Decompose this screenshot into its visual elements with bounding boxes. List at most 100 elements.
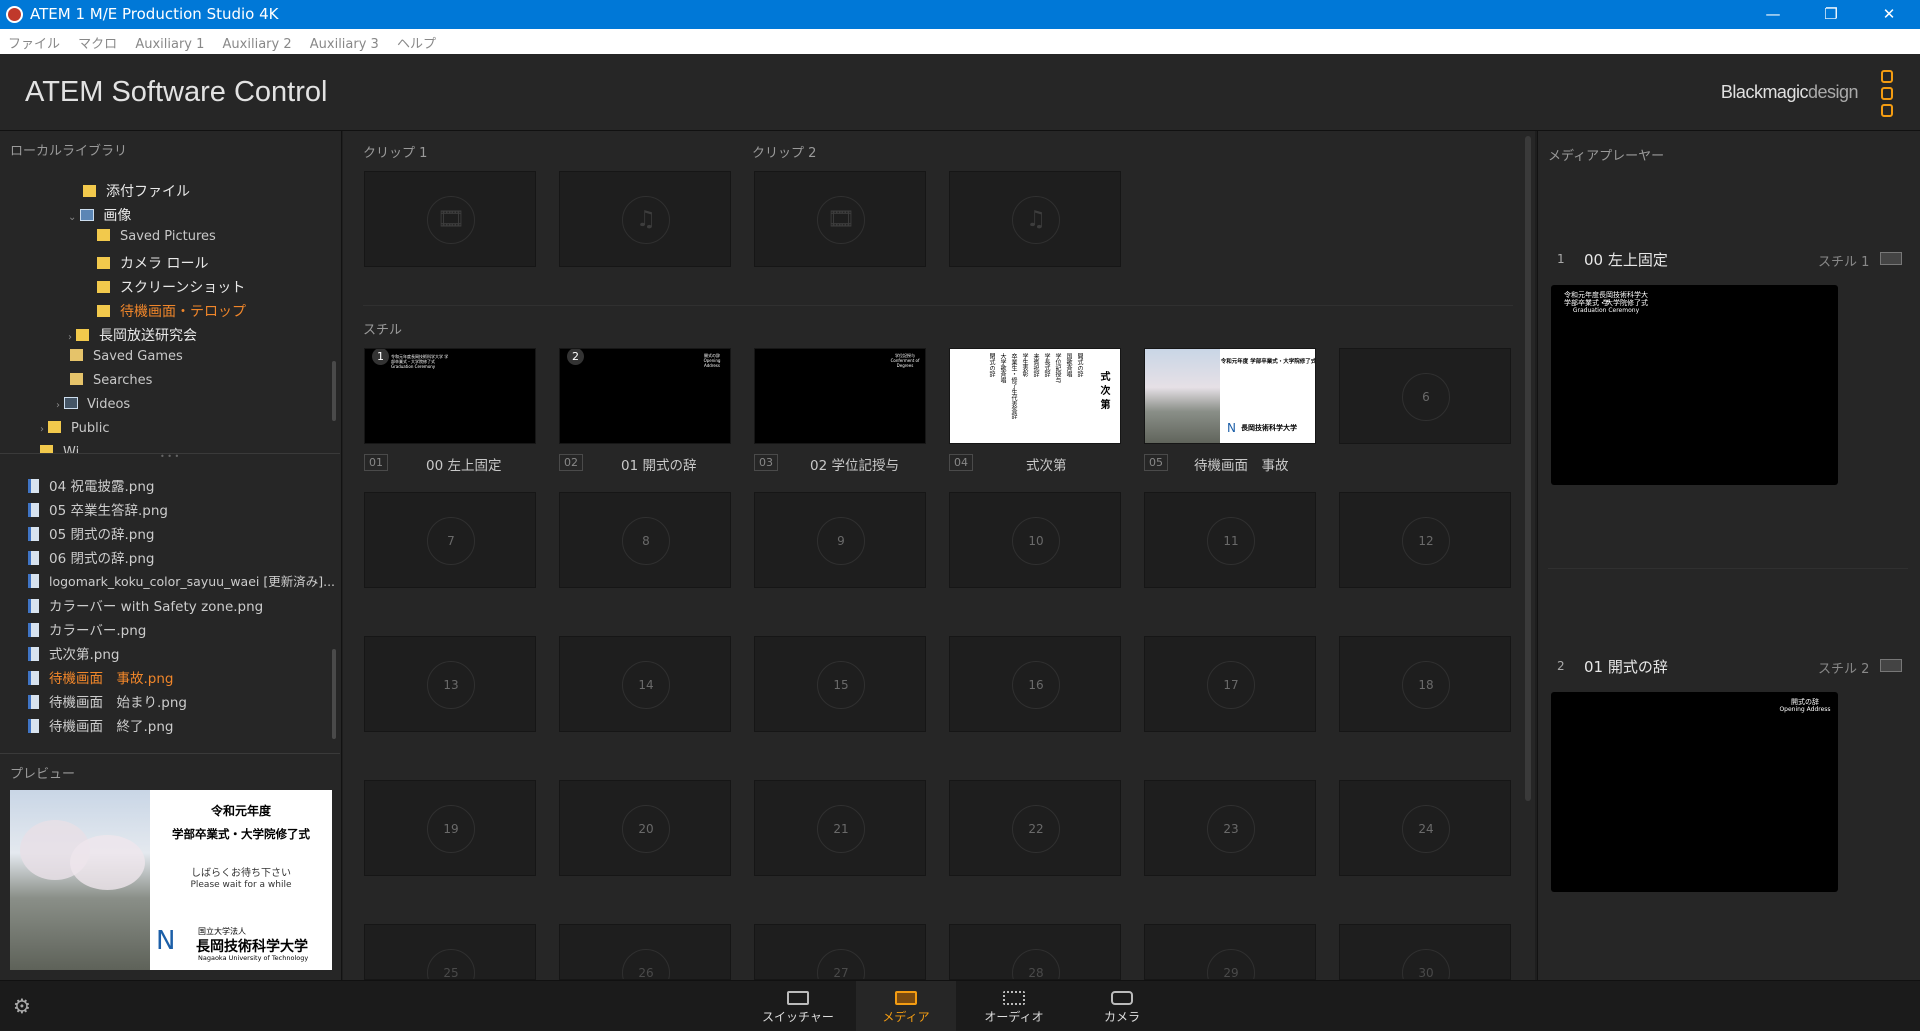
still-slot-25[interactable]: 25 [364, 924, 536, 980]
tree-item[interactable]: Wi... [40, 445, 92, 453]
file-item[interactable]: カラーバー.png [28, 619, 146, 641]
tree-item[interactable]: Saved Pictures [97, 229, 216, 251]
clip1-audio-slot[interactable]: ♫ [559, 171, 731, 267]
tab-media[interactable]: メディア [856, 981, 956, 1031]
file-item[interactable]: 05 閉式の辞.png [28, 523, 154, 545]
still-slot-6[interactable]: 6 [1339, 348, 1511, 444]
player2-still-select[interactable]: スチル 2 [1818, 658, 1869, 677]
slot-number: 15 [817, 661, 865, 709]
folder-icon [97, 305, 110, 317]
still-slot-27[interactable]: 27 [754, 924, 926, 980]
still-slot-7[interactable]: 7 [364, 492, 536, 588]
collapse-arrow-icon[interactable]: › [68, 332, 72, 343]
still-slot-15[interactable]: 15 [754, 636, 926, 732]
tab-audio[interactable]: オーディオ [964, 981, 1064, 1031]
menu-aux2[interactable]: Auxiliary 2 [215, 33, 292, 52]
file-item[interactable]: logomark_koku_color_sayuu_waei [更新済み]... [28, 571, 335, 593]
still-slot-21[interactable]: 21 [754, 780, 926, 876]
player1-text2: 学部卒業式・大学院修了式 [1564, 299, 1648, 307]
menu-aux3[interactable]: Auxiliary 3 [302, 33, 379, 52]
file-item[interactable]: カラーバー with Safety zone.png [28, 595, 263, 617]
preview-univ-en: Nagaoka University of Technology [198, 954, 309, 962]
minimize-button[interactable]: — [1744, 0, 1802, 29]
slot-number: 23 [1207, 805, 1255, 853]
still-slot-22[interactable]: 22 [949, 780, 1121, 876]
tree-item[interactable]: ⌄ 画像 [68, 205, 131, 227]
player1-output: 令和元年度長岡技術科学大学 学部卒業式・大学院修了式 Graduation Ce… [1551, 285, 1838, 485]
file-item[interactable]: 04 祝電披露.png [28, 475, 154, 497]
menu-help[interactable]: ヘルプ [389, 29, 436, 52]
file-item-selected[interactable]: 待機画面 事故.png [28, 667, 174, 689]
still-slot-14[interactable]: 14 [559, 636, 731, 732]
image-file-icon [28, 647, 39, 661]
tab-camera[interactable]: カメラ [1072, 981, 1172, 1031]
still-slot-10[interactable]: 10 [949, 492, 1121, 588]
tree-item[interactable]: › Public [40, 421, 109, 443]
splitter-handle[interactable]: • • • [160, 452, 179, 461]
still-slot-1[interactable]: 1 令和元年度長岡技術科学大学 学部卒業式・大学院修了式 Graduation … [364, 348, 536, 444]
program-vertical-list: 開式の辞 国歌斉唱 学位記授与 学長式辞 来賓祝辞 学生表彰 卒業生・修了生代表… [988, 353, 1083, 419]
file-item[interactable]: 待機画面 始まり.png [28, 691, 187, 713]
clip1-video-slot[interactable]: 🎞 [364, 171, 536, 267]
still-slot-20[interactable]: 20 [559, 780, 731, 876]
still-slot-17[interactable]: 17 [1144, 636, 1316, 732]
preview-image: 令和元年度 学部卒業式・大学院修了式 しばらくお待ち下さい Please wai… [10, 790, 332, 970]
close-button[interactable]: ✕ [1860, 0, 1918, 29]
file-name: 式次第.png [49, 647, 120, 663]
tree-item[interactable]: スクリーンショット [97, 277, 245, 299]
still-slot-11[interactable]: 11 [1144, 492, 1316, 588]
tab-label: カメラ [1103, 1010, 1140, 1024]
tree-item[interactable]: › 長岡放送研究会 [68, 325, 197, 347]
still-slot-29[interactable]: 29 [1144, 924, 1316, 980]
tree-item[interactable]: Searches [70, 373, 152, 395]
still-slot-24[interactable]: 24 [1339, 780, 1511, 876]
player1-still-select[interactable]: スチル 1 [1818, 251, 1869, 270]
menu-file[interactable]: ファイル [0, 29, 60, 52]
slot-number: 24 [1402, 805, 1450, 853]
still-slot-13[interactable]: 13 [364, 636, 536, 732]
still-slot-23[interactable]: 23 [1144, 780, 1316, 876]
media-player-title: メディアプレーヤー [1548, 149, 1665, 164]
tree-item[interactable]: Saved Games [70, 349, 183, 371]
still-slot-9[interactable]: 9 [754, 492, 926, 588]
file-item[interactable]: 06 閉式の辞.png [28, 547, 154, 569]
still-slot-12[interactable]: 12 [1339, 492, 1511, 588]
gear-icon[interactable]: ⚙ [13, 994, 31, 1018]
collapse-arrow-icon[interactable]: › [56, 400, 60, 411]
tree-item[interactable]: 添付ファイル [83, 181, 190, 203]
tree-item-label: スクリーンショット [120, 280, 246, 296]
still-slot-28[interactable]: 28 [949, 924, 1121, 980]
still-slot-2[interactable]: 2 開式の辞 Opening Address [559, 348, 731, 444]
folder-icon [48, 421, 61, 433]
menu-macro[interactable]: マクロ [70, 29, 117, 52]
files-scrollbar[interactable] [332, 649, 336, 739]
still-slot-18[interactable]: 18 [1339, 636, 1511, 732]
still-slot-26[interactable]: 26 [559, 924, 731, 980]
still-slot-30[interactable]: 30 [1339, 924, 1511, 980]
tab-switcher[interactable]: スイッチャー [748, 981, 848, 1031]
clip2-video-slot[interactable]: 🎞 [754, 171, 926, 267]
player2-text2: Opening Address [1779, 706, 1831, 713]
restore-button[interactable]: ❐ [1802, 0, 1860, 29]
still-caption: 02 学位記授与 [810, 458, 899, 474]
tree-scrollbar[interactable] [332, 361, 336, 421]
tree-item-label: Wi... [63, 445, 92, 453]
file-item[interactable]: 式次第.png [28, 643, 120, 665]
file-item[interactable]: 待機画面 終了.png [28, 715, 174, 737]
still-slot-4[interactable]: 開式の辞 国歌斉唱 学位記授与 学長式辞 来賓祝辞 学生表彰 卒業生・修了生代表… [949, 348, 1121, 444]
menu-aux1[interactable]: Auxiliary 1 [127, 33, 204, 52]
slot-number: 8 [622, 517, 670, 565]
tree-item[interactable]: カメラ ロール [97, 253, 208, 275]
collapse-arrow-icon[interactable]: › [40, 424, 44, 435]
still-slot-5[interactable]: 令和元年度 学部卒業式・大学院修了式 N 長岡技術科学大学 [1144, 348, 1316, 444]
tree-item-selected[interactable]: 待機画面・テロップ [97, 301, 246, 323]
still-slot-8[interactable]: 8 [559, 492, 731, 588]
still-slot-3[interactable]: 学位記授与 Conferment of Degrees [754, 348, 926, 444]
still-slot-16[interactable]: 16 [949, 636, 1121, 732]
media-scrollbar[interactable] [1525, 136, 1531, 801]
clip2-audio-slot[interactable]: ♫ [949, 171, 1121, 267]
tree-item[interactable]: › Videos [56, 397, 130, 419]
file-item[interactable]: 05 卒業生答辞.png [28, 499, 168, 521]
still-slot-19[interactable]: 19 [364, 780, 536, 876]
expand-arrow-icon[interactable]: ⌄ [68, 212, 76, 223]
